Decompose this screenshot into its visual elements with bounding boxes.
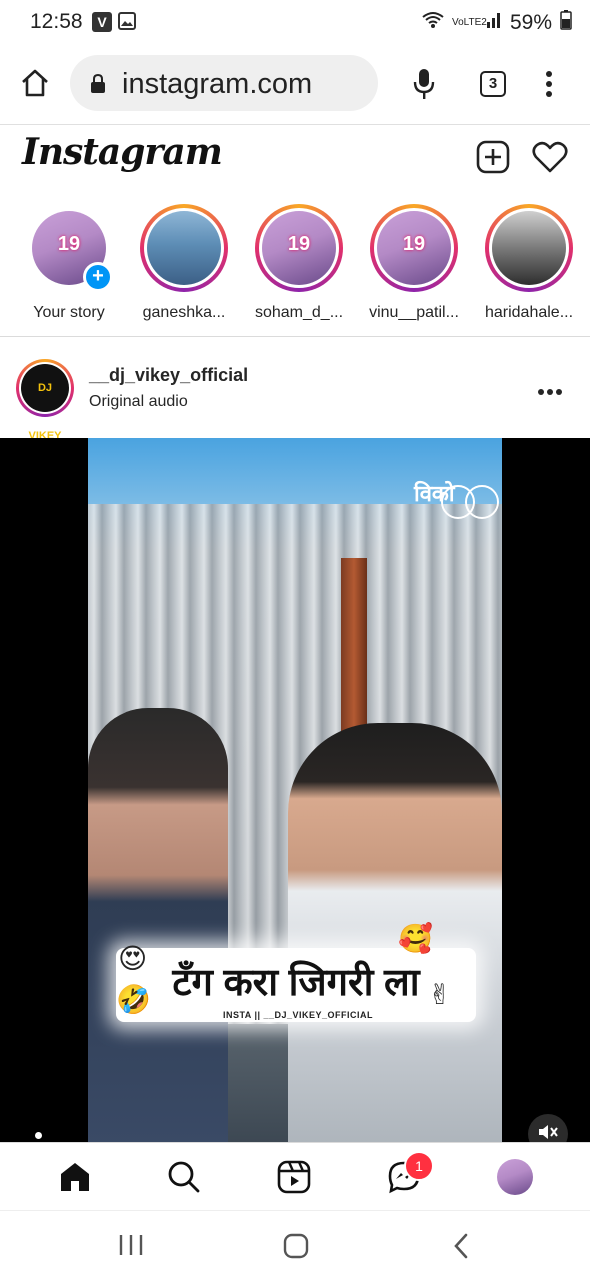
back-icon[interactable] [452, 1233, 470, 1264]
gallery-icon [118, 12, 136, 35]
emoji-laughing: 🤣 [116, 984, 151, 1015]
reels-icon[interactable] [276, 1159, 312, 1195]
progress-dot [35, 1132, 42, 1139]
system-nav-bar [0, 1210, 590, 1281]
home-button-icon[interactable] [283, 1233, 309, 1264]
video-frame: विको टँग करा जिगरी ला INSTA || __DJ_VIKE… [88, 438, 502, 1142]
post-video[interactable]: विको टँग करा जिगरी ला INSTA || __DJ_VIKE… [0, 438, 590, 1142]
post-audio[interactable]: Original audio [89, 393, 188, 411]
status-bar: 12:58 V VoLTE2 59% [0, 0, 590, 46]
story-ring: 19 [370, 204, 458, 292]
heart-icon[interactable] [532, 141, 568, 178]
caption-text: टँग करा जिगरी ला [172, 962, 420, 1004]
story-item[interactable]: 19 vinu__patil... [359, 204, 469, 322]
signal-icon [486, 11, 502, 35]
add-story-icon[interactable]: + [83, 262, 113, 292]
post-header: DJ VIKEY __dj_vikey_official Original au… [0, 337, 590, 442]
story-avatar [492, 211, 566, 285]
status-right: VoLTE2 59% [422, 10, 572, 36]
post-avatar[interactable]: DJ VIKEY [16, 359, 74, 442]
person-right [288, 723, 502, 1142]
new-post-icon[interactable] [476, 140, 510, 179]
url-text[interactable]: instagram.com [122, 68, 312, 101]
home-icon[interactable] [57, 1159, 93, 1195]
story-avatar: 19 [377, 211, 451, 285]
story-ring [485, 204, 573, 292]
rings-icon [438, 480, 502, 525]
more-horiz-icon[interactable] [537, 383, 563, 401]
emoji-love: 🥰 [398, 923, 433, 954]
instagram-header: Instagram [0, 124, 590, 190]
story-item[interactable]: ganeshka... [129, 204, 239, 322]
instagram-logo[interactable]: Instagram [22, 131, 223, 173]
story-label: vinu__patil... [369, 304, 459, 321]
insta-watermark: INSTA || __DJ_VIKEY_OFFICIAL [222, 1010, 374, 1020]
emoji-victory: ✌ [428, 979, 452, 1010]
story-item[interactable]: haridahale... [474, 204, 584, 322]
bottom-nav: 1 [0, 1142, 590, 1211]
more-vert-icon[interactable] [544, 70, 554, 103]
network-label: VoLTE2 [451, 17, 487, 28]
story-label: soham_d_... [254, 304, 344, 321]
notification-badge: 1 [404, 1151, 434, 1181]
post-username[interactable]: __dj_vikey_official [89, 365, 248, 386]
story-label: ganeshka... [142, 304, 226, 321]
browser-toolbar: instagram.com 3 [0, 46, 590, 124]
recent-apps-icon[interactable] [118, 1233, 144, 1262]
story-label: Your story [33, 304, 105, 321]
story-label: haridahale... [484, 304, 574, 321]
story-ring [140, 204, 228, 292]
status-time: 12:58 [30, 10, 83, 33]
battery-icon [560, 10, 572, 36]
battery-percent: 59% [509, 11, 552, 34]
tabs-count-button[interactable]: 3 [480, 71, 506, 97]
story-ring: 19 [255, 204, 343, 292]
wifi-icon [422, 11, 444, 35]
mic-icon[interactable] [412, 68, 436, 105]
stories-tray: 19 + Your story ganeshka... 19 soham_d_.… [0, 188, 590, 337]
home-icon[interactable] [20, 68, 50, 103]
story-ring: 19 + [25, 204, 113, 292]
story-item[interactable]: 19 soham_d_... [244, 204, 354, 322]
story-item-your-story[interactable]: 19 + Your story [14, 204, 124, 322]
person-left [88, 708, 228, 1142]
carrier-badge: V [92, 12, 112, 32]
story-avatar [147, 211, 221, 285]
emoji-heart-eyes: 😍 [118, 943, 148, 974]
search-icon[interactable] [166, 1159, 202, 1195]
mute-button[interactable] [528, 1114, 568, 1142]
story-avatar: 19 [262, 211, 336, 285]
speaker-muted-icon [537, 1122, 559, 1143]
profile-avatar[interactable] [497, 1159, 533, 1195]
avatar-logo: DJ VIKEY [21, 364, 69, 442]
lock-icon[interactable] [90, 73, 106, 99]
